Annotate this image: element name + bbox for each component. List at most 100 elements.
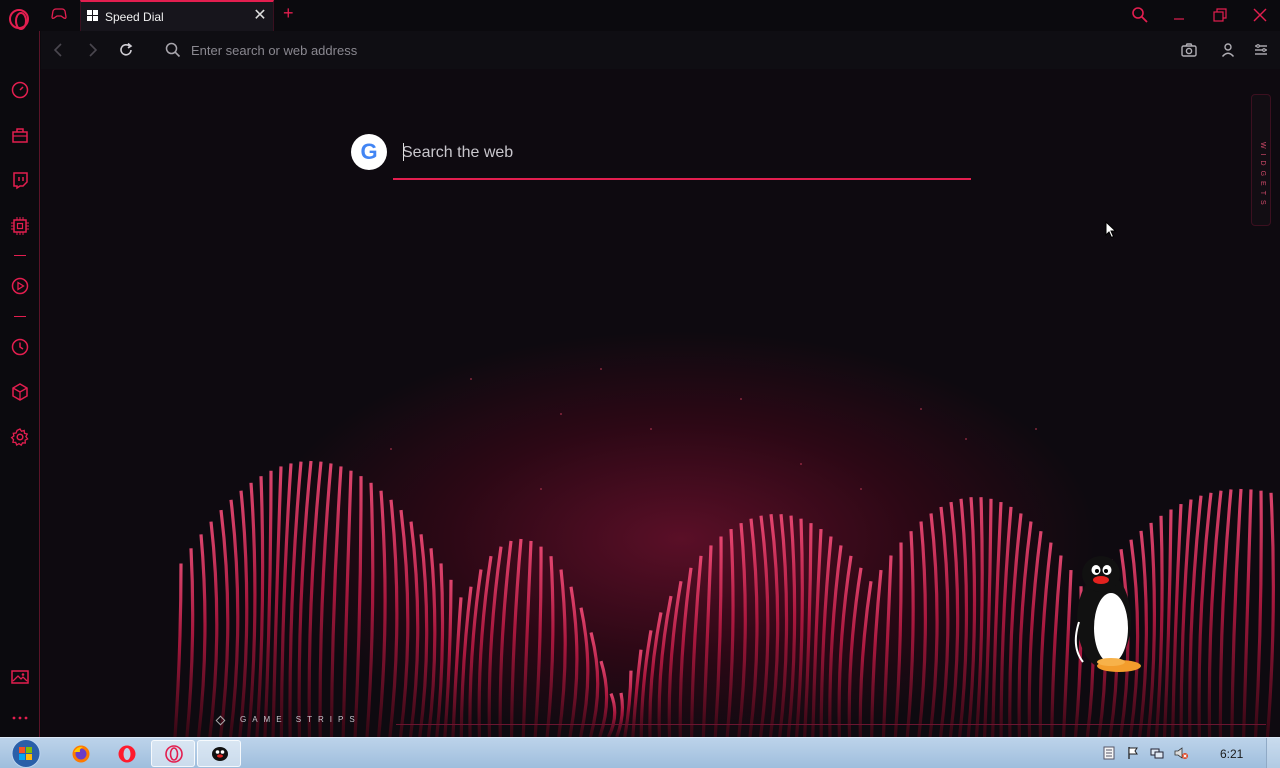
close-window-icon[interactable] xyxy=(1251,6,1269,24)
wave-rib xyxy=(263,470,273,737)
back-icon[interactable] xyxy=(50,41,68,59)
game-strips-tab[interactable]: GAME STRIPS xyxy=(201,711,401,731)
wave-rib xyxy=(758,515,770,737)
notes-tray-icon[interactable] xyxy=(1102,746,1116,760)
forward-icon[interactable] xyxy=(83,41,101,59)
search-the-web-input[interactable] xyxy=(402,140,962,166)
wave-rib xyxy=(271,466,283,737)
wave-rib xyxy=(778,514,789,737)
wave-rib xyxy=(398,509,410,737)
wave-rib xyxy=(1038,542,1053,737)
taskbar-pingu[interactable] xyxy=(197,740,241,767)
wave-rib xyxy=(1230,488,1243,737)
network-icon[interactable] xyxy=(1150,746,1164,760)
wave-rib xyxy=(725,528,735,737)
twitch-icon[interactable] xyxy=(10,170,30,190)
wave-rib xyxy=(803,523,813,737)
wave-rib xyxy=(228,499,240,737)
speedometer-icon[interactable] xyxy=(10,80,30,100)
wave-rib xyxy=(811,528,823,737)
cube-icon[interactable] xyxy=(10,382,30,402)
wave-rib xyxy=(498,540,513,737)
wave-rib xyxy=(974,497,984,737)
tab-strip: Speed Dial ✕ + xyxy=(0,0,1280,31)
cpu-icon[interactable] xyxy=(10,216,30,236)
wave-rib xyxy=(928,513,939,737)
widgets-label: WIDGETS xyxy=(1259,142,1266,210)
more-icon[interactable] xyxy=(10,708,30,728)
settings-icon[interactable] xyxy=(10,427,30,447)
wave-rib xyxy=(615,692,624,737)
taskbar-opera[interactable] xyxy=(105,740,149,767)
wave-rib xyxy=(568,586,579,737)
wave-rib xyxy=(443,579,453,737)
wave-rib xyxy=(858,580,873,737)
sidebar-divider xyxy=(14,255,26,256)
wave-rib xyxy=(408,521,420,737)
taskbar-firefox[interactable] xyxy=(59,740,103,767)
taskbar-clock[interactable]: 6:21 xyxy=(1220,747,1243,761)
mouse-pointer-icon xyxy=(1105,221,1117,239)
wave-rib xyxy=(341,470,353,737)
game-strips-label: GAME STRIPS xyxy=(240,715,361,724)
action-center-flag-icon[interactable] xyxy=(1126,746,1140,760)
wave-rib xyxy=(218,509,230,737)
wave-rib xyxy=(451,597,463,737)
wave-rib xyxy=(255,476,265,737)
web-search-box: G xyxy=(351,133,971,185)
game-strips-divider xyxy=(396,724,1266,725)
widgets-tab[interactable]: WIDGETS xyxy=(1251,94,1271,226)
wave-rib xyxy=(1050,555,1063,737)
wave-rib xyxy=(388,499,399,737)
history-icon[interactable] xyxy=(10,337,30,357)
gx-control-icon[interactable] xyxy=(51,8,67,20)
wave-rib xyxy=(905,531,915,737)
address-bar xyxy=(41,31,1280,69)
restore-icon[interactable] xyxy=(1211,6,1229,24)
wave-rib xyxy=(521,540,533,737)
opera-logo-icon[interactable] xyxy=(9,9,29,30)
wave-rib xyxy=(1162,509,1173,737)
reload-icon[interactable] xyxy=(117,41,135,59)
account-icon[interactable] xyxy=(1219,41,1237,59)
wave-rib xyxy=(598,660,609,737)
pingu-desktop-pet[interactable] xyxy=(1061,552,1141,678)
wave-rib xyxy=(748,518,759,737)
wave-rib xyxy=(173,563,183,737)
easy-setup-icon[interactable] xyxy=(1252,41,1270,59)
wallpaper-icon[interactable] xyxy=(10,667,30,687)
wave-rib xyxy=(435,563,445,737)
new-tab-icon[interactable]: + xyxy=(283,3,294,24)
windows-start-icon[interactable] xyxy=(8,738,44,768)
wave-rib xyxy=(893,542,903,737)
wave-rib xyxy=(768,513,780,737)
volume-muted-icon[interactable] xyxy=(1174,746,1188,760)
tab-speed-dial[interactable]: Speed Dial ✕ xyxy=(80,0,274,31)
player-icon[interactable] xyxy=(10,276,30,296)
bag-icon[interactable] xyxy=(10,125,30,145)
search-icon xyxy=(165,42,181,58)
tab-title: Speed Dial xyxy=(105,10,164,24)
wave-rib xyxy=(329,466,343,737)
show-desktop-button[interactable] xyxy=(1266,738,1280,768)
address-input[interactable] xyxy=(191,40,891,60)
google-icon[interactable]: G xyxy=(351,134,387,170)
wave-rib xyxy=(701,545,713,737)
close-tab-icon[interactable]: ✕ xyxy=(253,8,267,24)
text-caret xyxy=(403,143,404,161)
wave-rib xyxy=(246,482,257,737)
camera-icon[interactable] xyxy=(1180,41,1198,59)
pingu-icon xyxy=(212,747,228,761)
wave-rib xyxy=(1154,515,1164,737)
wave-rib xyxy=(737,522,747,737)
opera-icon xyxy=(118,745,136,763)
wave-rib xyxy=(713,536,723,737)
taskbar-opera-gx[interactable] xyxy=(151,740,195,767)
wave-rib xyxy=(623,670,633,737)
minimize-icon[interactable] xyxy=(1170,6,1188,24)
search-tabs-icon[interactable] xyxy=(1131,6,1149,24)
wave-rib xyxy=(982,498,993,737)
wave-rib xyxy=(678,567,693,737)
wave-rib xyxy=(426,548,437,737)
search-underline xyxy=(393,178,971,180)
